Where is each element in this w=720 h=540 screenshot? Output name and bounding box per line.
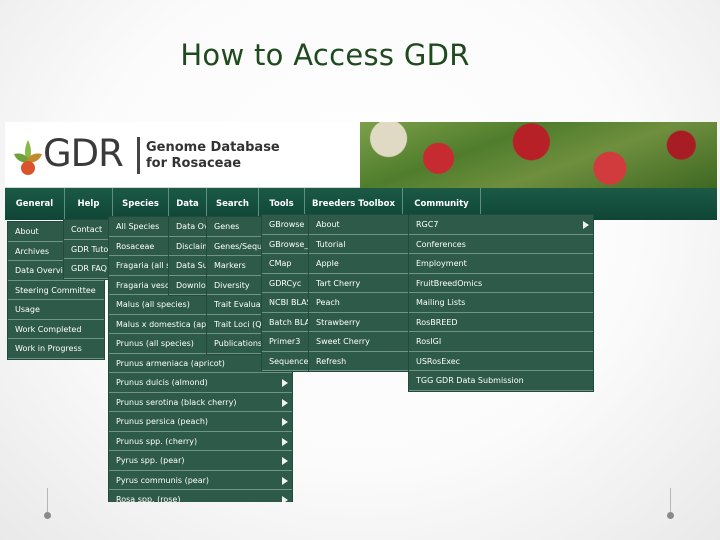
community-menu-item[interactable]: FruitBreedOmics — [409, 274, 593, 293]
nav-help[interactable]: Help — [65, 188, 113, 220]
breeders-menu-item[interactable]: Apple — [309, 254, 410, 274]
slide-nav-dot-left — [44, 488, 51, 519]
general-menu-item[interactable]: Work Completed — [8, 320, 104, 339]
apple-banner-image — [360, 122, 717, 188]
slide-nav-dot-right — [667, 488, 674, 519]
tools-menu-item[interactable]: Batch BLAST — [262, 313, 312, 332]
tools-menu-item[interactable]: GDRCyc — [262, 274, 312, 293]
general-menu-item[interactable]: Usage — [8, 300, 104, 320]
tools-menu-item[interactable]: CMap — [262, 254, 312, 274]
search-menu-item[interactable]: Diversity — [207, 276, 265, 295]
community-menu: RGC7 Conferences Employment FruitBreedOm… — [408, 214, 594, 392]
help-menu-item[interactable]: Contact — [64, 220, 114, 240]
logo-subtitle: Genome Database for Rosaceae — [146, 140, 316, 172]
species-menu-item[interactable]: Prunus persica (peach) — [109, 412, 292, 432]
leaf-logo-icon — [14, 140, 42, 175]
species-menu-item[interactable]: Rosa spp. (rose) — [109, 490, 292, 502]
community-menu-item[interactable]: Conferences — [409, 235, 593, 254]
tools-menu: GBrowse GBrowse_syn CMap GDRCyc NCBI BLA… — [261, 214, 313, 372]
breeders-menu-item[interactable]: Sweet Cherry — [309, 332, 410, 352]
species-menu-item[interactable]: Pyrus communis (pear) — [109, 471, 292, 490]
help-menu-item[interactable]: GDR FAQ — [64, 259, 114, 279]
search-menu-item[interactable]: Publications — [207, 334, 265, 354]
community-menu-item[interactable]: TGG GDR Data Submission — [409, 371, 593, 391]
breeders-menu-item[interactable]: About — [309, 215, 410, 235]
breeders-menu-item[interactable]: Tart Cherry — [309, 274, 410, 293]
tools-menu-item[interactable]: Sequence Retrieval — [262, 352, 312, 371]
community-menu-item[interactable]: RGC7 — [409, 215, 593, 235]
slide-title: How to Access GDR — [180, 38, 470, 72]
general-menu-item[interactable]: Steering Committee — [8, 281, 104, 300]
search-menu: Genes Genes/Sequences Markers Diversity … — [206, 216, 266, 355]
search-menu-item[interactable]: Trait Loci (QTL) — [207, 315, 265, 334]
community-menu-item[interactable]: RosBREED — [409, 313, 593, 332]
breeders-menu-item[interactable]: Tutorial — [309, 235, 410, 254]
tools-menu-item[interactable]: NCBI BLAST — [262, 293, 312, 313]
community-menu-item[interactable]: Employment — [409, 254, 593, 274]
search-menu-item[interactable]: Trait Evaluation — [207, 295, 265, 315]
site-header: GDR Genome Database for Rosaceae — [5, 122, 717, 188]
community-menu-item[interactable]: USRosExec — [409, 352, 593, 371]
breeders-menu-item[interactable]: Refresh — [309, 352, 410, 371]
logo-wordmark[interactable]: GDR — [43, 132, 124, 175]
species-menu-item[interactable]: Prunus serotina (black cherry) — [109, 393, 292, 412]
nav-general[interactable]: General — [5, 188, 65, 220]
tools-menu-item[interactable]: Primer3 — [262, 332, 312, 352]
logo-subtitle-line1: Genome Database — [146, 140, 280, 155]
help-menu-item[interactable]: GDR Tutorials — [64, 240, 114, 259]
logo-divider — [137, 137, 140, 174]
community-menu-item[interactable]: Mailing Lists — [409, 293, 593, 313]
tools-menu-item[interactable]: GBrowse — [262, 215, 312, 235]
general-menu-item[interactable]: Work in Progress — [8, 339, 104, 359]
species-menu-item[interactable]: Pyrus spp. (pear) — [109, 451, 292, 471]
logo-subtitle-line2: for Rosaceae — [146, 156, 242, 171]
breeders-toolbox-menu: About Tutorial Apple Tart Cherry Peach S… — [308, 214, 411, 372]
gdr-screenshot: GDR Genome Database for Rosaceae General… — [5, 122, 717, 502]
tools-menu-item[interactable]: GBrowse_syn — [262, 235, 312, 254]
species-menu-item[interactable]: Prunus spp. (cherry) — [109, 432, 292, 451]
search-menu-item[interactable]: Genes — [207, 217, 265, 237]
search-menu-item[interactable]: Markers — [207, 256, 265, 276]
community-menu-item[interactable]: RosIGI — [409, 332, 593, 352]
species-menu-item[interactable]: Prunus dulcis (almond) — [109, 373, 292, 393]
breeders-menu-item[interactable]: Strawberry — [309, 313, 410, 332]
search-menu-item[interactable]: Genes/Sequences — [207, 237, 265, 256]
breeders-menu-item[interactable]: Peach — [309, 293, 410, 313]
